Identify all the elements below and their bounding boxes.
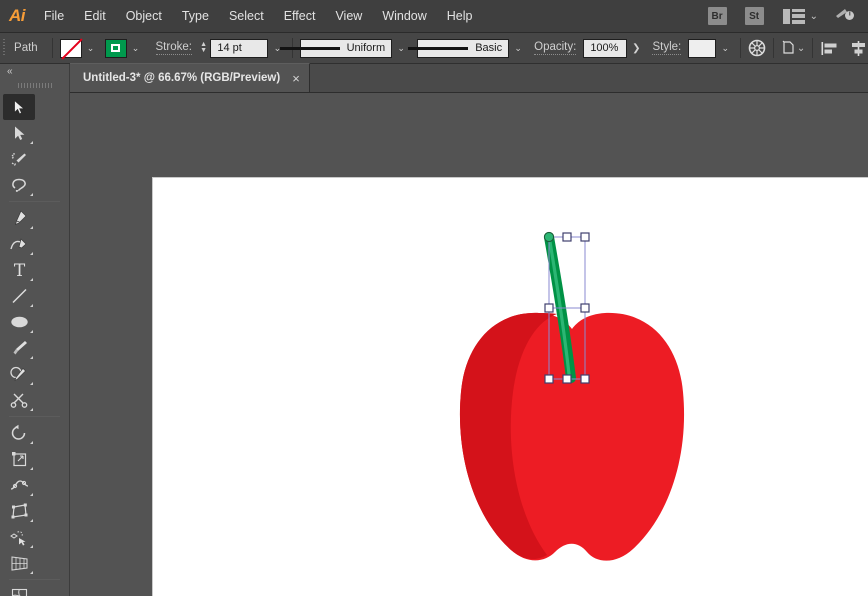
variable-width-profile-control[interactable]: Uniform ⌄ <box>279 38 409 58</box>
chevron-down-icon: ⌄ <box>809 10 818 22</box>
stock-badge-icon[interactable]: St <box>744 7 764 25</box>
tools-panel-grip[interactable] <box>0 79 69 92</box>
type-tool[interactable]: T <box>3 257 35 283</box>
divider <box>9 416 60 417</box>
free-transform-tool[interactable] <box>3 498 35 524</box>
opacity-input[interactable]: 100% <box>583 38 628 58</box>
collapse-panel-icon[interactable]: « <box>0 64 69 79</box>
divider <box>51 38 53 58</box>
chevron-down-icon[interactable]: ⌄ <box>393 39 409 58</box>
menu-select[interactable]: Select <box>219 0 274 33</box>
chevron-down-icon[interactable]: ⌄ <box>797 43 805 54</box>
object-type-label: Path <box>14 42 38 54</box>
menu-window[interactable]: Window <box>372 0 436 33</box>
search-help-icon[interactable] <box>834 5 856 28</box>
paintbrush-tool[interactable] <box>3 335 35 361</box>
rotate-tool[interactable] <box>3 420 35 446</box>
chevron-down-icon[interactable]: ⌄ <box>83 39 99 58</box>
menu-edit[interactable]: Edit <box>74 0 116 33</box>
divider <box>740 38 742 58</box>
artboard[interactable] <box>152 177 868 596</box>
bridge-badge-icon[interactable]: Br <box>707 7 727 25</box>
menu-effect[interactable]: Effect <box>274 0 326 33</box>
fill-color-control[interactable]: ⌄ <box>59 38 99 60</box>
shaper-tool[interactable] <box>3 361 35 387</box>
ai-logo-icon: Ai <box>9 6 26 25</box>
uniform-profile-icon <box>279 46 340 50</box>
brush-definition-field[interactable]: Basic <box>408 38 510 58</box>
svg-text:T: T <box>13 261 25 279</box>
document-tab-title: Untitled-3* @ 66.67% (RGB/Preview) <box>83 72 281 84</box>
width-tool[interactable] <box>3 472 35 498</box>
graphic-style-control[interactable]: ⌄ <box>688 38 733 58</box>
opacity-options-arrow-icon[interactable]: ❯ <box>627 43 645 54</box>
brush-definition-control[interactable]: Basic ⌄ <box>408 38 526 58</box>
lasso-tool[interactable] <box>3 172 35 198</box>
magic-wand-tool[interactable] <box>3 146 35 172</box>
workspace-switcher-icon <box>782 8 805 24</box>
stroke-weight-stepper[interactable]: ▲ ▼ <box>199 39 208 58</box>
variable-width-profile-field[interactable]: Uniform <box>279 38 393 58</box>
basic-brush-icon <box>408 46 469 50</box>
perspective-grid-tool[interactable] <box>3 550 35 576</box>
close-icon[interactable]: × <box>292 72 300 85</box>
align-left-icon[interactable] <box>820 38 839 59</box>
stroke-weight-control[interactable]: 14 pt ⌄ <box>210 38 285 58</box>
stroke-weight-label: Stroke: <box>155 41 192 55</box>
stroke-weight-input[interactable]: 14 pt <box>210 38 269 58</box>
chevron-down-icon[interactable]: ⌄ <box>510 39 526 58</box>
illustrator-window: Ai File Edit Object Type Select Effect V… <box>0 0 868 596</box>
document-tab-bar: Untitled-3* @ 66.67% (RGB/Preview) × <box>70 63 868 93</box>
align-horizontal-center-icon[interactable] <box>849 38 868 59</box>
fill-none-swatch[interactable] <box>59 38 83 60</box>
brush-definition-value: Basic <box>475 42 503 54</box>
style-label: Style: <box>652 41 682 55</box>
divider <box>9 201 60 202</box>
selection-tool[interactable] <box>3 94 35 120</box>
menu-type[interactable]: Type <box>172 0 219 33</box>
menu-view[interactable]: View <box>325 0 372 33</box>
scale-tool[interactable] <box>3 446 35 472</box>
tools-grid: T <box>0 92 69 596</box>
stepper-down-icon[interactable]: ▼ <box>200 47 207 54</box>
apple-artwork[interactable] <box>153 178 868 596</box>
chevron-down-icon[interactable]: ⌄ <box>128 39 144 58</box>
menu-help[interactable]: Help <box>437 0 483 33</box>
menu-object[interactable]: Object <box>116 0 172 33</box>
menu-file[interactable]: File <box>34 0 74 33</box>
recolor-artwork-icon[interactable] <box>748 38 766 59</box>
stroke-color-swatch[interactable] <box>104 38 127 58</box>
direct-selection-tool[interactable] <box>3 120 35 146</box>
curvature-tool[interactable] <box>3 231 35 257</box>
opacity-label: Opacity: <box>534 41 577 55</box>
canvas-area[interactable] <box>70 93 868 596</box>
menu-bar: Ai File Edit Object Type Select Effect V… <box>0 0 868 33</box>
graphic-style-swatch[interactable] <box>688 38 717 58</box>
control-bar: Path ⌄ ⌄ Stroke: ▲ ▼ 14 pt ⌄ Uniform ⌄ B… <box>0 33 868 64</box>
divider <box>812 38 813 58</box>
document-tab[interactable]: Untitled-3* @ 66.67% (RGB/Preview) × <box>70 63 310 92</box>
ellipse-tool[interactable] <box>3 309 35 335</box>
line-segment-tool[interactable] <box>3 283 35 309</box>
stroke-color-control[interactable]: ⌄ <box>104 38 144 58</box>
mesh-tool[interactable] <box>3 583 35 596</box>
divider <box>9 579 60 580</box>
menu-bar-right-group: Br St ⌄ <box>699 5 868 28</box>
tools-panel: « T <box>0 64 70 596</box>
workspace-switcher[interactable]: ⌄ <box>782 8 818 24</box>
pen-tool[interactable] <box>3 205 35 231</box>
shape-builder-tool[interactable] <box>3 524 35 550</box>
scissors-tool[interactable] <box>3 387 35 413</box>
variable-width-profile-value: Uniform <box>346 42 386 54</box>
divider <box>773 38 774 58</box>
chevron-down-icon[interactable]: ⌄ <box>717 39 733 58</box>
control-bar-grip[interactable] <box>0 33 7 64</box>
